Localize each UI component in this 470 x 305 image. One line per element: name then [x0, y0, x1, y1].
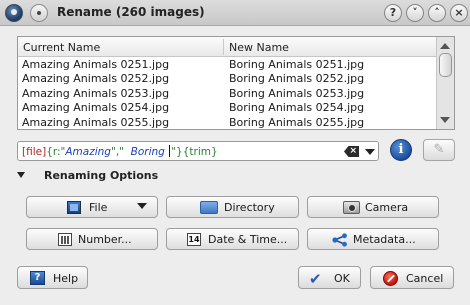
number-button-label: Number...	[78, 233, 132, 246]
current-name-cell: Amazing Animals 0255.jpg	[22, 115, 170, 129]
pattern-token-replace-close: "}	[171, 146, 183, 158]
chevron-down-icon	[137, 203, 147, 209]
new-name-cell: Boring Animals 0253.jpg	[229, 86, 365, 100]
renaming-options-label[interactable]: Renaming Options	[44, 169, 158, 182]
list-header: Current Name New Name	[18, 37, 438, 57]
scroll-down-arrow-icon[interactable]	[440, 117, 450, 123]
scroll-up-arrow-icon[interactable]	[440, 43, 450, 49]
pattern-token-file: [file]	[22, 146, 47, 158]
file-list[interactable]: Current Name New Name Amazing Animals 02…	[17, 36, 455, 130]
camera-icon	[343, 201, 360, 214]
close-icon[interactable]: ×	[450, 4, 468, 22]
rename-pattern-input[interactable]: [file]{r:"Amazing"," Boring "}{trim} ×	[17, 141, 379, 161]
share-nodes-icon	[332, 233, 347, 247]
current-name-cell: Amazing Animals 0252.jpg	[22, 72, 170, 86]
pattern-token-new-string: Boring	[123, 146, 169, 158]
ok-button-label: OK	[334, 272, 350, 285]
help-button[interactable]: ? Help	[17, 266, 88, 289]
metadata-button-label: Metadata...	[353, 233, 416, 246]
metadata-button[interactable]: Metadata...	[307, 228, 439, 250]
new-name-cell: Boring Animals 0252.jpg	[229, 72, 365, 86]
pattern-token-trim: {trim}	[182, 146, 218, 158]
vertical-scrollbar[interactable]	[436, 37, 454, 129]
number-button[interactable]: Number...	[26, 228, 158, 250]
file-button[interactable]: File	[26, 196, 158, 218]
maximize-icon[interactable]: ˄	[428, 4, 446, 22]
clear-text-icon[interactable]: ×	[344, 146, 359, 157]
app-menu-icon[interactable]	[5, 4, 23, 22]
camera-button-label: Camera	[365, 201, 409, 214]
help-button-label: Help	[53, 272, 79, 285]
collapse-arrow-icon[interactable]	[17, 172, 25, 178]
help-question-icon[interactable]: ?	[384, 4, 402, 22]
column-divider[interactable]	[223, 39, 224, 55]
new-name-cell: Boring Animals 0254.jpg	[229, 101, 365, 115]
calendar-icon: 14	[187, 233, 201, 246]
cancel-icon	[383, 271, 398, 286]
date-time-button[interactable]: 14 Date & Time...	[166, 228, 299, 250]
new-name-cell: Boring Animals 0255.jpg	[229, 115, 365, 129]
column-current-name[interactable]: Current Name	[23, 41, 100, 54]
directory-button-label: Directory	[224, 201, 275, 214]
table-row[interactable]: Amazing Animals 0251.jpg Boring Animals …	[18, 57, 438, 71]
minimize-icon[interactable]: ˅	[406, 4, 424, 22]
pattern-token-old-string: Amazing	[65, 146, 111, 158]
rename-dialog: Rename (260 images) ? ˅ ˄ × Current Name…	[0, 0, 470, 305]
table-row[interactable]: Amazing Animals 0255.jpg Boring Animals …	[18, 115, 438, 129]
new-name-cell: Boring Animals 0251.jpg	[229, 58, 365, 71]
pattern-token-replace-open: {r:"	[46, 146, 66, 158]
folder-icon	[200, 201, 218, 214]
cancel-button[interactable]: Cancel	[370, 266, 454, 289]
current-name-cell: Amazing Animals 0251.jpg	[22, 58, 170, 71]
table-row[interactable]: Amazing Animals 0253.jpg Boring Animals …	[18, 86, 438, 100]
column-new-name[interactable]: New Name	[229, 41, 289, 54]
directory-button[interactable]: Directory	[166, 196, 299, 218]
list-rows: Amazing Animals 0251.jpg Boring Animals …	[18, 57, 438, 130]
edit-pencil-icon[interactable]: ✎	[423, 139, 455, 161]
checkmark-icon: ✔	[309, 270, 322, 288]
current-name-cell: Amazing Animals 0254.jpg	[22, 101, 170, 115]
pattern-text: [file]{r:"Amazing"," Boring "}{trim}	[22, 145, 218, 158]
pin-icon[interactable]	[30, 4, 48, 22]
table-row[interactable]: Amazing Animals 0254.jpg Boring Animals …	[18, 100, 438, 114]
help-book-icon: ?	[30, 271, 45, 285]
window-title: Rename (260 images)	[57, 5, 205, 19]
file-icon	[67, 201, 81, 214]
scrollbar-thumb[interactable]	[439, 53, 452, 77]
date-time-button-label: Date & Time...	[208, 233, 288, 246]
current-name-cell: Amazing Animals 0253.jpg	[22, 86, 170, 100]
cancel-button-label: Cancel	[406, 272, 444, 285]
chevron-down-icon[interactable]	[365, 149, 375, 155]
ok-button[interactable]: ✔ OK	[298, 266, 361, 289]
pattern-token-separator: ","	[110, 146, 124, 158]
info-icon[interactable]: i	[390, 139, 412, 161]
number-icon	[58, 233, 72, 246]
camera-button[interactable]: Camera	[307, 196, 439, 218]
title-bar[interactable]: Rename (260 images) ? ˅ ˄ ×	[0, 0, 470, 26]
table-row[interactable]: Amazing Animals 0252.jpg Boring Animals …	[18, 71, 438, 85]
file-button-label: File	[89, 201, 108, 214]
